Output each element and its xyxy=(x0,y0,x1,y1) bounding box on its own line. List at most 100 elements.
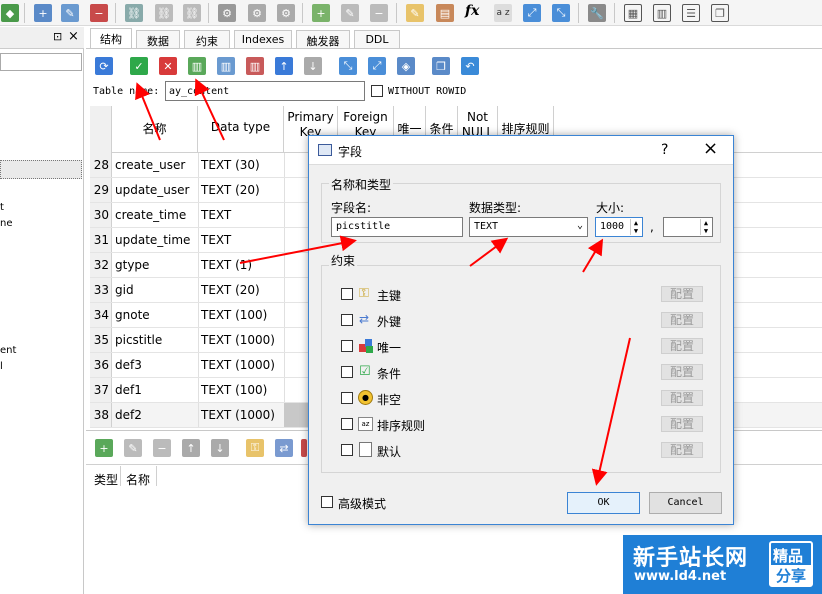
close-icon[interactable]: × xyxy=(703,138,718,159)
config-button[interactable]: 配置 xyxy=(661,416,703,432)
watermark-badge: 精品 分享 xyxy=(769,541,813,587)
create-table-icon[interactable]: + xyxy=(34,4,52,22)
tab-ddl[interactable]: DDL xyxy=(354,30,400,48)
add-unique-icon[interactable] xyxy=(301,439,307,457)
field-name-input[interactable]: picstitle xyxy=(331,217,463,237)
collation-tool-icon[interactable]: a z xyxy=(494,4,512,22)
tile-vertical-icon[interactable]: ▥ xyxy=(653,4,671,22)
cancel-button[interactable]: Cancel xyxy=(649,492,722,514)
settings-delete-icon[interactable]: ⚙ xyxy=(277,4,295,22)
config-button[interactable]: 配置 xyxy=(661,312,703,328)
add-pk-icon[interactable]: ⚿ xyxy=(246,439,264,457)
size-spinner-icon[interactable]: ▲ ▼ xyxy=(630,219,641,235)
fk-checkbox[interactable] xyxy=(341,314,353,326)
link-delete-icon[interactable]: ⛓ xyxy=(183,4,201,22)
tab-constraints[interactable]: 约束 xyxy=(184,30,230,48)
refresh-icon[interactable]: ⟳ xyxy=(95,57,113,75)
collation-checkbox[interactable] xyxy=(341,418,353,430)
edit-constraint-icon[interactable]: ✎ xyxy=(124,439,142,457)
wrench-icon[interactable]: 🔧 xyxy=(588,4,606,22)
commit-icon[interactable]: ✓ xyxy=(130,57,148,75)
expand-icon[interactable]: ⤢ xyxy=(523,4,541,22)
dialog-title: 字段 xyxy=(338,145,363,159)
expand-all-icon[interactable]: ⤢ xyxy=(368,57,386,75)
advanced-mode-checkbox[interactable] xyxy=(321,496,333,508)
config-button[interactable]: 配置 xyxy=(661,442,703,458)
tab-data[interactable]: 数据 xyxy=(136,30,180,48)
config-button[interactable]: 配置 xyxy=(661,338,703,354)
default-checkbox[interactable] xyxy=(341,444,353,456)
delete-column-icon[interactable]: ▥ xyxy=(246,57,264,75)
ok-button[interactable]: OK xyxy=(567,492,640,514)
without-rowid-checkbox[interactable] xyxy=(371,85,383,97)
cascade-icon[interactable]: ❐ xyxy=(711,4,729,22)
tab-triggers[interactable]: 触发器 xyxy=(296,30,350,48)
edit-column-icon[interactable]: ▥ xyxy=(217,57,235,75)
view-delete-icon[interactable]: − xyxy=(370,4,388,22)
tree-selected-row[interactable] xyxy=(0,160,82,179)
add-column-icon[interactable]: ▥ xyxy=(188,57,206,75)
delete-constraint-icon[interactable]: − xyxy=(153,439,171,457)
edit-table-icon[interactable]: ✎ xyxy=(61,4,79,22)
tab-structure[interactable]: 结构 xyxy=(90,28,132,48)
size-input[interactable]: 1000 ▲ ▼ xyxy=(595,217,643,237)
column-name: def3 xyxy=(115,358,142,372)
column-name: gid xyxy=(115,283,134,297)
filter-input[interactable] xyxy=(0,53,82,71)
constraint-row-default: 默认 配置 xyxy=(309,442,735,462)
settings-edit-icon[interactable]: ⚙ xyxy=(248,4,266,22)
constraint-down-icon[interactable]: ↓ xyxy=(211,439,229,457)
paint-icon[interactable]: ▤ xyxy=(436,4,454,22)
tab-indexes[interactable]: Indexes xyxy=(234,30,292,48)
link-edit-icon[interactable]: ⛓ xyxy=(155,4,173,22)
sql-editor-icon[interactable]: ✎ xyxy=(406,4,424,22)
column-name: gnote xyxy=(115,308,150,322)
add-constraint-icon[interactable]: + xyxy=(95,439,113,457)
column-type: TEXT (1) xyxy=(201,258,253,272)
settings-add-icon[interactable]: ⚙ xyxy=(218,4,236,22)
not-null-icon: ● xyxy=(358,390,373,405)
check-checkbox[interactable] xyxy=(341,366,353,378)
table-name-label: Table name: xyxy=(93,86,160,97)
close-icon[interactable]: × xyxy=(68,29,79,44)
copy-icon[interactable]: ❐ xyxy=(432,57,450,75)
move-up-icon[interactable]: ↑ xyxy=(275,57,293,75)
data-type-select[interactable]: TEXT ⌄ xyxy=(469,217,588,237)
precision-input[interactable]: ▲ ▼ xyxy=(663,217,713,237)
collapse-icon[interactable]: ⤡ xyxy=(552,4,570,22)
config-button[interactable]: 配置 xyxy=(661,364,703,380)
table-name-input[interactable]: ay_content xyxy=(165,81,365,101)
precision-spinner-icon[interactable]: ▲ ▼ xyxy=(700,219,711,235)
col-header-datatype[interactable]: Data type xyxy=(198,106,284,153)
constraint-label: 外键 xyxy=(377,315,402,329)
constraint-row-fk: ⇄ 外键 配置 xyxy=(309,312,735,332)
collapse-all-icon[interactable]: ⤡ xyxy=(339,57,357,75)
open-db-icon[interactable]: ◆ xyxy=(1,4,19,22)
link-add-icon[interactable]: ⛓ xyxy=(125,4,143,22)
diagram-icon[interactable]: ◈ xyxy=(397,57,415,75)
move-down-icon[interactable]: ↓ xyxy=(304,57,322,75)
pin-icon[interactable]: ⊡ xyxy=(53,30,62,43)
undo-icon[interactable]: ↶ xyxy=(461,57,479,75)
constraint-label: 默认 xyxy=(377,445,402,459)
name-type-group-label: 名称和类型 xyxy=(329,176,394,193)
constraint-up-icon[interactable]: ↑ xyxy=(182,439,200,457)
column-name: update_time xyxy=(115,233,191,247)
view-edit-icon[interactable]: ✎ xyxy=(341,4,359,22)
function-icon[interactable]: fx xyxy=(465,3,479,19)
help-button[interactable]: ? xyxy=(661,142,668,158)
config-button[interactable]: 配置 xyxy=(661,390,703,406)
tile-horizontal-icon[interactable]: ☰ xyxy=(682,4,700,22)
view-add-icon[interactable]: + xyxy=(312,4,330,22)
tile-windows-icon[interactable]: ▦ xyxy=(624,4,642,22)
rollback-icon[interactable]: ✕ xyxy=(159,57,177,75)
row-number: 35 xyxy=(90,328,112,352)
check-condition-icon: ☑ xyxy=(359,364,371,379)
pk-checkbox[interactable] xyxy=(341,288,353,300)
config-button[interactable]: 配置 xyxy=(661,286,703,302)
add-fk-icon[interactable]: ⇄ xyxy=(275,439,293,457)
unique-checkbox[interactable] xyxy=(341,340,353,352)
delete-table-icon[interactable]: − xyxy=(90,4,108,22)
notnull-checkbox[interactable] xyxy=(341,392,353,404)
col-header-name[interactable]: 名称 xyxy=(112,106,198,153)
